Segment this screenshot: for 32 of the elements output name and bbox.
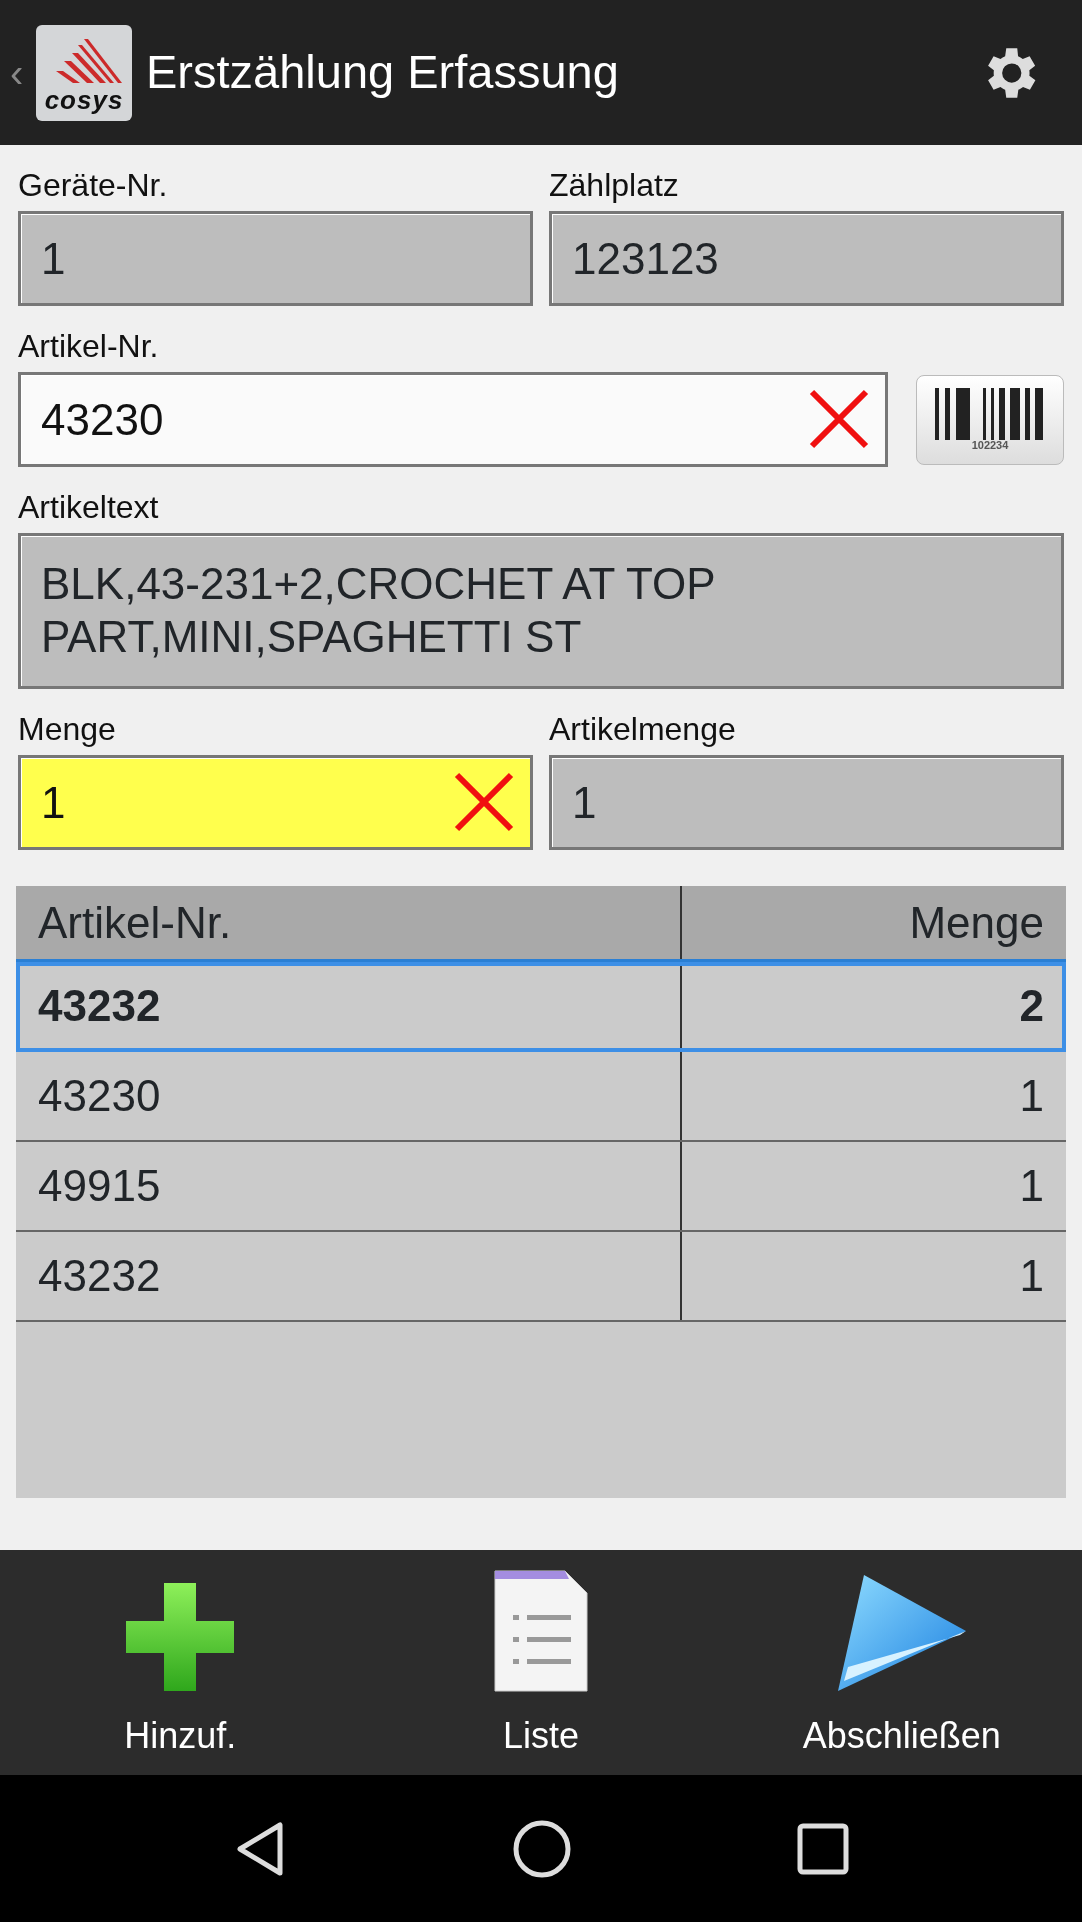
- field-label: Zählplatz: [549, 169, 680, 201]
- column-header: Artikel-Nr.: [16, 886, 682, 959]
- table-row[interactable]: 43232 2: [16, 962, 1066, 1052]
- list-button[interactable]: Liste: [360, 1550, 722, 1775]
- barcode-button[interactable]: 102234: [916, 374, 1064, 465]
- input-field[interactable]: 1: [18, 755, 533, 850]
- table-cell-text: 43232: [38, 980, 161, 1032]
- field-label: Artikel-Nr.: [18, 330, 160, 362]
- back-glyph[interactable]: ‹: [10, 42, 36, 103]
- field-label: Geräte-Nr.: [18, 169, 169, 201]
- logo-text: cosys: [44, 86, 124, 113]
- table-cell-text: 2: [1019, 980, 1044, 1032]
- recents-nav-icon[interactable]: [796, 1821, 851, 1876]
- document-icon: [491, 1567, 591, 1695]
- finish-button[interactable]: Abschließen: [721, 1550, 1082, 1775]
- input-field[interactable]: 43230: [18, 372, 888, 467]
- table-cell-text: 1: [1019, 1250, 1044, 1302]
- table-cell-text: 1: [1019, 1070, 1044, 1122]
- column-header: Menge: [908, 896, 1045, 949]
- barcode-number: 102234: [971, 440, 1009, 451]
- add-button[interactable]: Hinzuf.: [0, 1550, 361, 1775]
- table-row[interactable]: 43232 1: [16, 1232, 1066, 1322]
- field-label: Menge: [18, 713, 117, 745]
- table-cell-text: 49915: [38, 1160, 161, 1212]
- table-cell-text: 1: [1019, 1160, 1044, 1212]
- screen-title: Erstzählung Erfassung: [146, 44, 620, 101]
- table-row[interactable]: 49915 1: [16, 1142, 1066, 1232]
- table-cell-text: 43232: [38, 1250, 161, 1302]
- table-cell-text: 43230: [38, 1070, 161, 1122]
- field-label: Artikeltext: [18, 491, 160, 523]
- table-row[interactable]: 43230 1: [16, 1052, 1066, 1142]
- field-label: Artikelmenge: [549, 713, 737, 745]
